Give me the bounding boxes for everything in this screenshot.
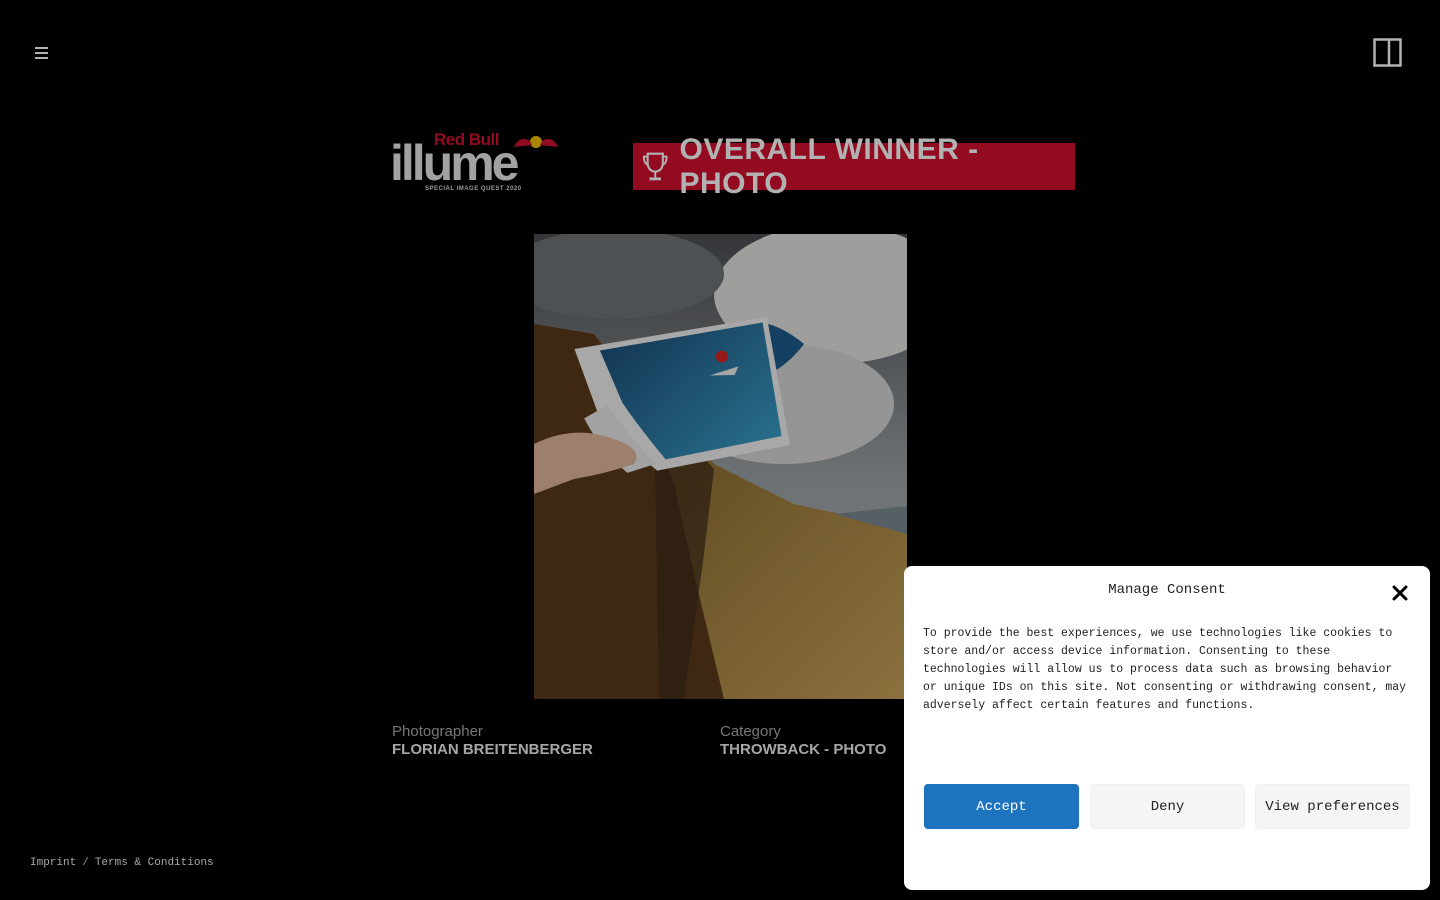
- category-name: THROWBACK - PHOTO: [720, 741, 887, 758]
- photographer-info: Photographer FLORIAN BREITENBERGER: [392, 723, 593, 759]
- winning-photo[interactable]: [534, 234, 907, 699]
- page: Red Bull illume SPECIAL IMAGE QUEST 2020…: [0, 0, 1440, 900]
- category-info: Category THROWBACK - PHOTO: [720, 723, 886, 759]
- bulls-icon: [514, 136, 558, 148]
- hamburger-menu-icon[interactable]: [33, 44, 51, 62]
- photographer-name: FLORIAN BREITENBERGER: [392, 741, 593, 758]
- trophy-icon: [642, 152, 668, 180]
- footer-links: Imprint / Terms & Conditions: [30, 857, 214, 869]
- logo-wordmark: illume: [390, 135, 519, 191]
- view-preferences-button[interactable]: View preferences: [1255, 784, 1410, 829]
- consent-dialog: Manage Consent To provide the best exper…: [904, 566, 1430, 890]
- consent-text: To provide the best experiences, we use …: [923, 627, 1407, 712]
- category-label: Category: [720, 723, 781, 740]
- consent-title: Manage Consent: [1108, 582, 1226, 598]
- split-panel-icon[interactable]: [1373, 38, 1402, 67]
- accept-button[interactable]: Accept: [924, 784, 1079, 829]
- red-bull-illume-logo: Red Bull illume SPECIAL IMAGE QUEST 2020: [390, 130, 562, 196]
- logo-tagline: SPECIAL IMAGE QUEST 2020: [425, 186, 522, 192]
- terms-link[interactable]: Terms & Conditions: [95, 857, 214, 869]
- deny-button[interactable]: Deny: [1090, 784, 1245, 829]
- imprint-link[interactable]: Imprint: [30, 857, 76, 869]
- banner-label: OVERALL WINNER - PHOTO: [679, 132, 979, 200]
- footer-separator: /: [82, 857, 89, 869]
- close-icon[interactable]: [1391, 584, 1409, 602]
- overall-winner-banner: OVERALL WINNER - PHOTO: [633, 133, 1075, 200]
- photographer-label: Photographer: [392, 723, 483, 740]
